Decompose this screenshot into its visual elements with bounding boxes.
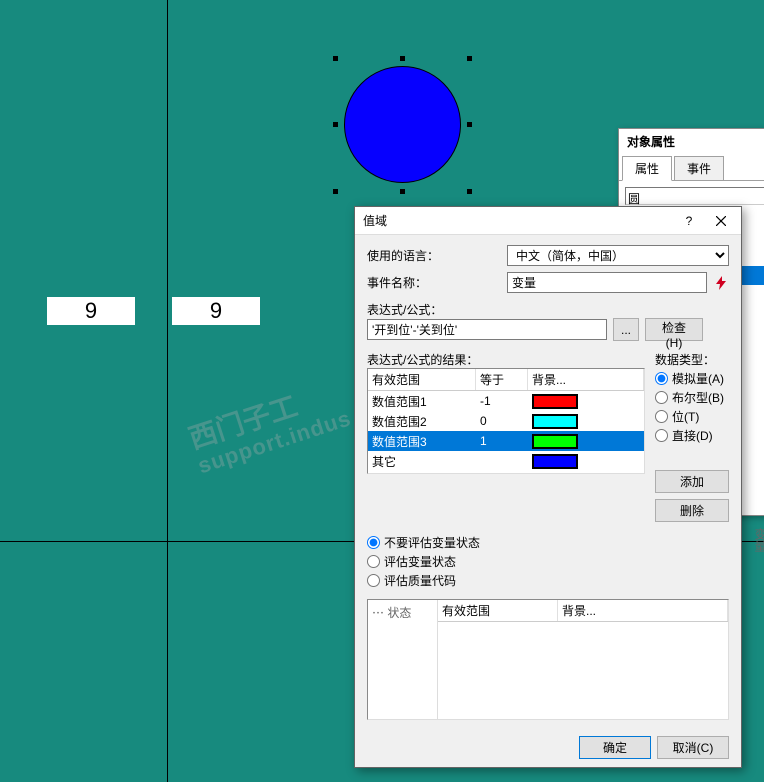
result-label: 表达式/公式的结果： [367, 351, 645, 368]
tab-properties[interactable]: 属性 [622, 156, 672, 181]
tree-root[interactable]: 圆 [625, 187, 764, 205]
range-row-selected[interactable]: 数值范围31 [368, 431, 644, 451]
type-analog[interactable]: 模拟量(A) [655, 370, 729, 387]
eval-var[interactable]: 评估变量状态 [367, 553, 729, 570]
canvas-circle[interactable] [344, 66, 461, 183]
help-button[interactable]: ? [673, 210, 705, 232]
value-range-dialog: 值域 ? 使用的语言： 中文（简体，中国） 事件名称： 表达式/公式： ... … [354, 206, 742, 768]
check-button[interactable]: 检查(H) [645, 318, 703, 341]
ranges-grid[interactable]: 有效范围 等于 背景... 数值范围1-1 数值范围20 数值范围31 其它 [367, 368, 645, 474]
lang-label: 使用的语言： [367, 247, 507, 264]
tab-events[interactable]: 事件 [674, 156, 724, 180]
event-label: 事件名称： [367, 274, 507, 291]
language-select[interactable]: 中文（简体，中国） [507, 245, 729, 266]
watermark: 西门子工 support.indus [185, 377, 354, 479]
col-equals[interactable]: 等于 [476, 369, 528, 390]
status-col-range[interactable]: 有效范围 [438, 600, 558, 621]
dialog-title: 值域 [363, 212, 673, 229]
type-bit[interactable]: 位(T) [655, 408, 729, 425]
cancel-button[interactable]: 取消(C) [657, 736, 729, 759]
props-title[interactable]: 对象属性 [619, 129, 764, 153]
status-tree-node[interactable]: ⋯ 状态 [372, 606, 411, 620]
add-button[interactable]: 添加 [655, 470, 729, 493]
type-direct[interactable]: 直接(D) [655, 427, 729, 444]
eval-quality[interactable]: 评估质量代码 [367, 572, 729, 589]
close-button[interactable] [705, 210, 737, 232]
expression-input[interactable] [367, 319, 607, 340]
range-row[interactable]: 数值范围1-1 [368, 391, 644, 411]
eval-none[interactable]: 不要评估变量状态 [367, 534, 729, 551]
ok-button[interactable]: 确定 [579, 736, 651, 759]
expr-label: 表达式/公式： [367, 301, 729, 318]
delete-button[interactable]: 删除 [655, 499, 729, 522]
dialog-titlebar[interactable]: 值域 ? [355, 207, 741, 235]
range-row[interactable]: 其它 [368, 451, 644, 471]
col-range[interactable]: 有效范围 [368, 369, 476, 390]
event-name-input[interactable] [507, 272, 707, 293]
io-field-2[interactable]: 9 [172, 297, 260, 325]
range-row[interactable]: 数值范围20 [368, 411, 644, 431]
io-field-1[interactable]: 9 [47, 297, 135, 325]
status-col-bg[interactable]: 背景... [558, 600, 728, 621]
expression-browse-button[interactable]: ... [613, 318, 639, 341]
dynamic-icon[interactable] [713, 275, 729, 291]
type-bool[interactable]: 布尔型(B) [655, 389, 729, 406]
type-label: 数据类型： [655, 351, 729, 368]
status-area: ⋯ 状态 有效范围 背景... [367, 599, 729, 720]
col-background[interactable]: 背景... [528, 369, 644, 390]
